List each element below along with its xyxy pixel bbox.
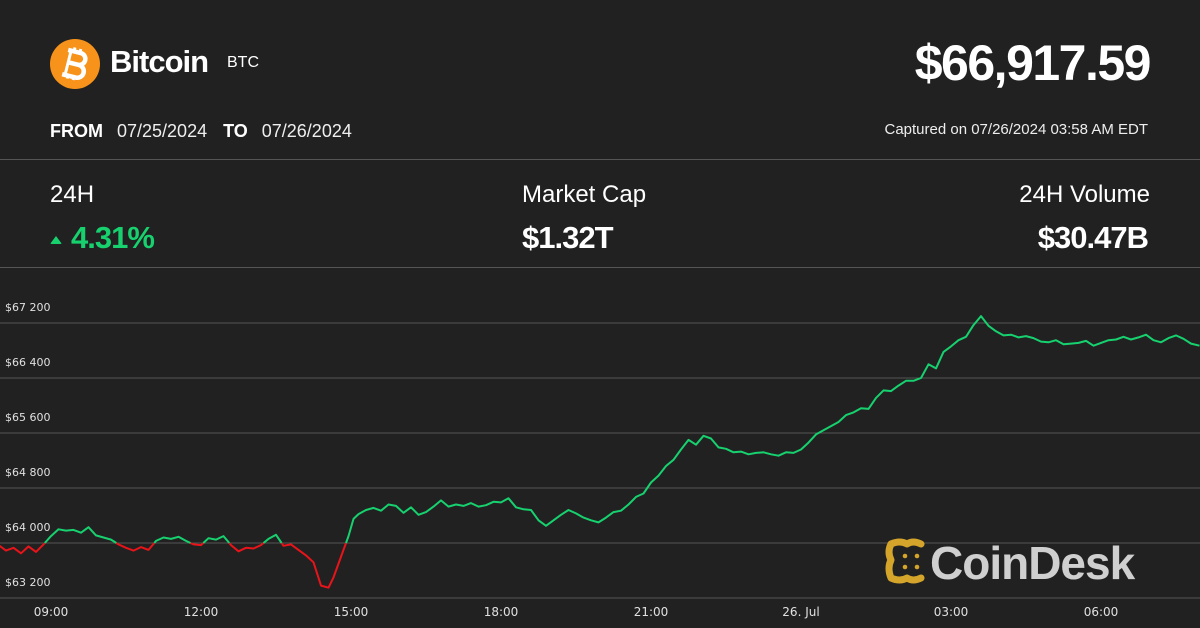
- price-line-segment-up: [153, 535, 191, 544]
- price-line-segment-up: [345, 315, 1200, 544]
- x-tick-label: 12:00: [184, 605, 219, 619]
- price-line-segment-down: [115, 542, 156, 552]
- y-tick-label: $63 200: [5, 576, 51, 589]
- price-line-segment-down: [280, 542, 347, 589]
- captured-timestamp: Captured on 07/26/2024 03:58 AM EDT: [884, 121, 1148, 138]
- to-label: TO: [223, 121, 248, 141]
- price-line-segment-up: [44, 526, 117, 544]
- coindesk-logo-icon: [883, 538, 927, 589]
- y-tick-label: $64 800: [5, 466, 51, 479]
- volume-label: 24H Volume: [1019, 181, 1150, 208]
- coin-symbol: BTC: [227, 54, 259, 71]
- coin-name: Bitcoin: [110, 44, 209, 79]
- from-date: 07/25/2024: [117, 121, 208, 141]
- bitcoin-logo-icon: [50, 39, 100, 89]
- y-tick-label: $65 600: [5, 411, 51, 424]
- divider-bottom: [0, 267, 1200, 268]
- from-label: FROM: [50, 121, 103, 141]
- y-tick-label: $66 400: [5, 356, 51, 369]
- price-line-segment-up: [262, 533, 283, 544]
- market-cap-value: $1.32T: [522, 220, 614, 255]
- change-percent: 4.31%: [71, 220, 155, 255]
- volume-value: $30.47B: [1037, 220, 1149, 255]
- x-tick-label: 03:00: [934, 605, 969, 619]
- y-tick-label: $64 000: [5, 521, 51, 534]
- x-axis-labels: 09:00 12:00 15:00 18:00 21:00 26. Jul 03:00 06:…: [34, 605, 1119, 619]
- date-range: FROM 07/25/2024 TO 07/26/2024: [50, 121, 368, 142]
- change-label: 24H: [50, 181, 95, 208]
- y-tick-label: $67 200: [5, 301, 51, 314]
- up-arrow-icon: [50, 236, 62, 244]
- change-value: 4.31%: [50, 220, 155, 256]
- x-tick-label: 06:00: [1084, 605, 1119, 619]
- x-tick-label: 15:00: [334, 605, 369, 619]
- x-tick-label: 09:00: [34, 605, 69, 619]
- current-price: $66,917.59: [914, 35, 1152, 91]
- x-tick-label: 18:00: [484, 605, 519, 619]
- to-date: 07/26/2024: [261, 121, 352, 141]
- x-tick-label: 21:00: [634, 605, 669, 619]
- divider-top: [0, 159, 1200, 160]
- market-cap-label: Market Cap: [522, 181, 647, 208]
- x-tick-label: 26. Jul: [782, 605, 819, 619]
- price-line-segment-down: [228, 542, 265, 553]
- price-line-segment-down: [0, 542, 46, 555]
- price-line-segment-up: [202, 535, 231, 544]
- coindesk-wordmark: CoinDesk: [930, 537, 1135, 589]
